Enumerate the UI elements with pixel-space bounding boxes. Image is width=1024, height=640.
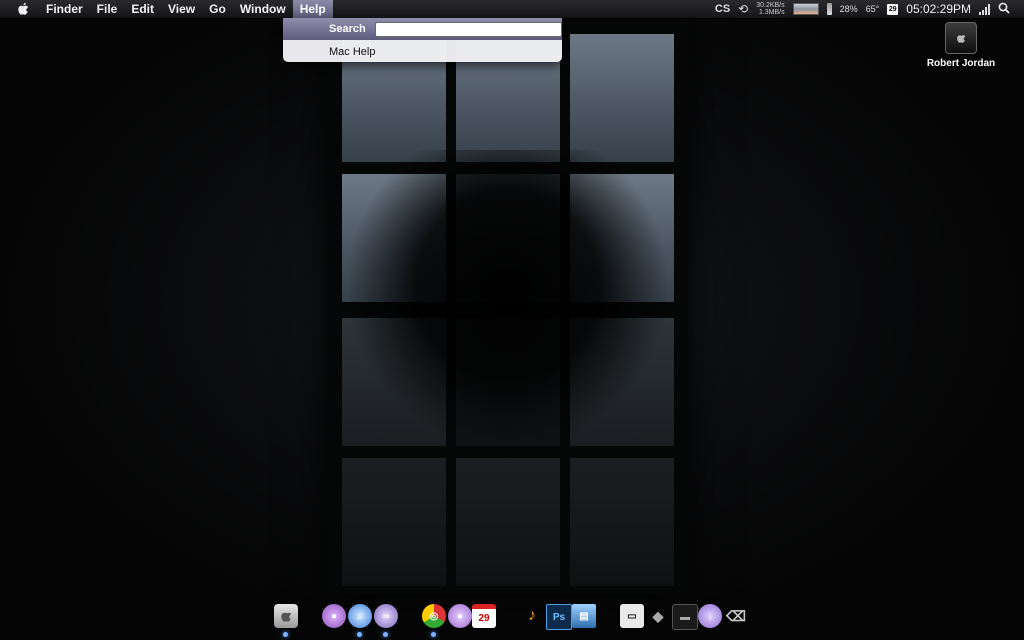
calendar-icon[interactable]: 29 (887, 3, 899, 15)
menu-app-finder[interactable]: Finder (42, 0, 90, 18)
desktop-icon-label: Robert Jordan (926, 58, 996, 69)
dock-running-indicator (383, 632, 388, 637)
wallpaper-window-frame (328, 22, 688, 594)
status-area: CS ⟲ 30.2KB/s 1.3MB/s 28% 65° 29 05:02:2… (715, 0, 1024, 18)
hard-drive-icon (945, 22, 977, 54)
menu-file[interactable]: File (90, 0, 125, 18)
dock-running-indicator (283, 632, 288, 637)
desktop-icon-robert-jordan[interactable]: Robert Jordan (920, 22, 1002, 69)
spotlight-search-icon[interactable] (998, 2, 1010, 17)
help-search-input[interactable] (374, 21, 562, 37)
help-dropdown-menu: Search Mac Help (283, 18, 562, 62)
dock-device-icon[interactable]: ▭ (620, 604, 644, 628)
wifi-signal-icon[interactable] (979, 3, 990, 15)
dock-media-icon[interactable]: ∞ (374, 604, 398, 628)
battery-percent[interactable]: 28% (840, 4, 858, 14)
dock-itunes-icon[interactable]: ♫ (348, 604, 372, 628)
dock: ● ♫ ∞ ◎ ● 29 ♪ Ps ▤ ▭ ◆ ▬ ↓ ⌫ (262, 604, 762, 640)
apple-menu-icon[interactable] (16, 2, 30, 16)
dock-photoshop-icon[interactable]: Ps (546, 604, 572, 630)
system-meter-icon[interactable] (792, 3, 819, 15)
menu-clock[interactable]: 05:02:29PM (906, 2, 971, 16)
help-item-mac-help[interactable]: Mac Help (329, 46, 375, 58)
dock-running-indicator (357, 632, 362, 637)
menu-go[interactable]: Go (202, 0, 233, 18)
net-download: 1.3MB/s (758, 9, 785, 16)
dock-garageband-icon[interactable]: ♪ (520, 604, 544, 628)
dock-drive-icon[interactable]: ▬ (672, 604, 698, 630)
temperature-readout[interactable]: 65° (866, 4, 880, 14)
dock-calendar-icon[interactable]: 29 (472, 604, 496, 628)
dock-download-icon[interactable]: ↓ (698, 604, 722, 628)
network-speed[interactable]: 30.2KB/s 1.3MB/s (756, 2, 784, 16)
net-upload: 30.2KB/s (756, 2, 785, 9)
help-search-label: Search (329, 23, 366, 35)
dock-trash-icon[interactable]: ⌫ (724, 604, 748, 628)
dock-disk-icon[interactable]: ◆ (646, 604, 670, 628)
dock-purple-orb-icon[interactable]: ● (322, 604, 346, 628)
creative-suite-icon[interactable]: CS (715, 3, 730, 15)
menu-help[interactable]: Help (292, 0, 333, 18)
dock-chrome-icon[interactable]: ◎ (422, 604, 446, 628)
dock-preview-icon[interactable]: ▤ (572, 604, 596, 628)
time-machine-icon[interactable]: ⟲ (738, 2, 748, 16)
battery-level-icon[interactable] (826, 3, 832, 15)
help-search-row: Search (283, 18, 562, 40)
menu-window[interactable]: Window (233, 0, 293, 18)
dock-finder-icon[interactable] (274, 604, 298, 628)
menu-edit[interactable]: Edit (124, 0, 161, 18)
dock-purple-ball-icon[interactable]: ● (448, 604, 472, 628)
dock-running-indicator (431, 632, 436, 637)
menu-bar: Finder File Edit View Go Window Help CS … (0, 0, 1024, 19)
menu-view[interactable]: View (161, 0, 202, 18)
desktop-wallpaper (0, 0, 1024, 640)
